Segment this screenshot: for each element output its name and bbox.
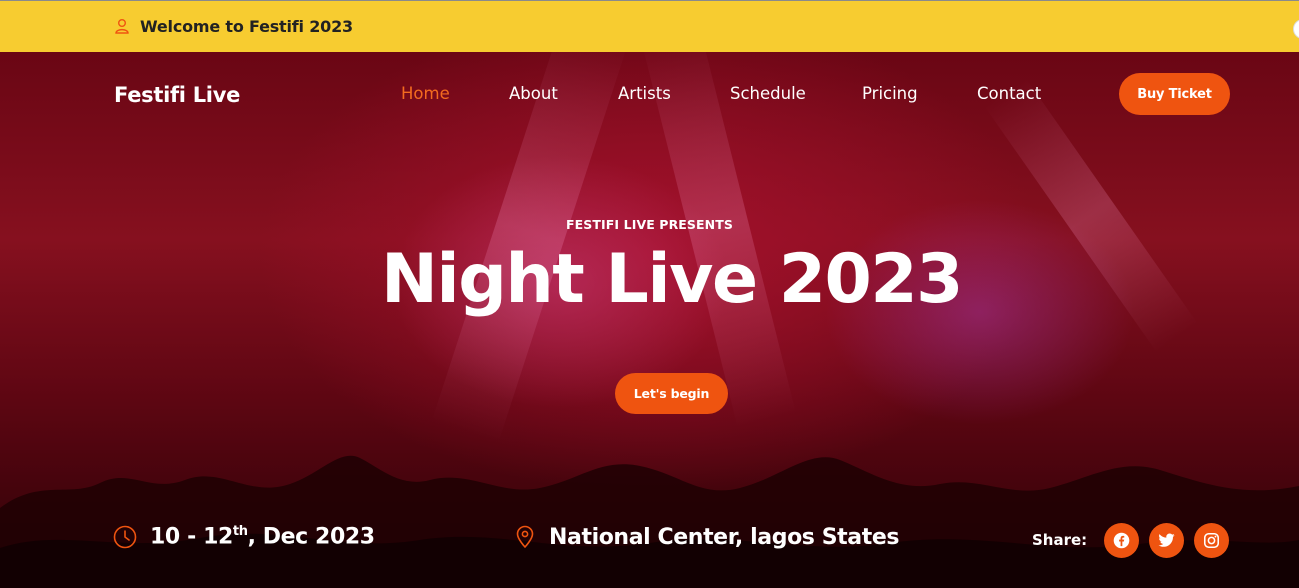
facebook-icon — [1113, 532, 1130, 548]
buy-ticket-button[interactable]: Buy Ticket — [1119, 73, 1230, 115]
date-month-year: , Dec 2023 — [247, 524, 376, 550]
date-range: 10 - 12 — [150, 524, 233, 550]
scroll-edge-control[interactable] — [1293, 19, 1299, 39]
instagram-icon — [1204, 532, 1220, 548]
instagram-share-button[interactable] — [1194, 522, 1230, 558]
twitter-icon — [1158, 533, 1175, 547]
nav-artists[interactable]: Artists — [618, 84, 671, 103]
clock-icon — [113, 525, 137, 549]
event-location-text: National Center, lagos States — [549, 524, 900, 550]
nav-home[interactable]: Home — [401, 84, 450, 103]
twitter-share-button[interactable] — [1149, 522, 1185, 558]
hero-title: Night Live 2023 — [381, 240, 964, 319]
nav-about[interactable]: About — [509, 84, 558, 103]
welcome-text: Welcome to Festifi 2023 — [140, 17, 353, 36]
share-bar: Share: — [1032, 522, 1230, 558]
facebook-share-button[interactable] — [1104, 522, 1140, 558]
map-pin-icon — [516, 525, 534, 549]
nav-contact[interactable]: Contact — [977, 84, 1041, 103]
event-location: National Center, lagos States — [514, 522, 899, 552]
nav-pricing[interactable]: Pricing — [862, 84, 918, 103]
hero-eyebrow: FESTIFI LIVE PRESENTS — [566, 217, 733, 232]
user-icon — [115, 19, 129, 34]
brand-logo[interactable]: Festifi Live — [114, 83, 240, 107]
hero-section: Festifi Live Home About Artists Schedule… — [0, 52, 1299, 588]
lets-begin-button[interactable]: Let's begin — [615, 373, 728, 414]
top-announcement-bar: Welcome to Festifi 2023 — [0, 0, 1299, 52]
event-date: 10 - 12th, Dec 2023 — [113, 522, 375, 552]
crowd-silhouette — [0, 455, 1299, 588]
date-ordinal: th — [232, 524, 248, 540]
share-label: Share: — [1032, 531, 1088, 549]
event-date-text: 10 - 12th, Dec 2023 — [150, 524, 375, 549]
nav-schedule[interactable]: Schedule — [730, 84, 806, 103]
